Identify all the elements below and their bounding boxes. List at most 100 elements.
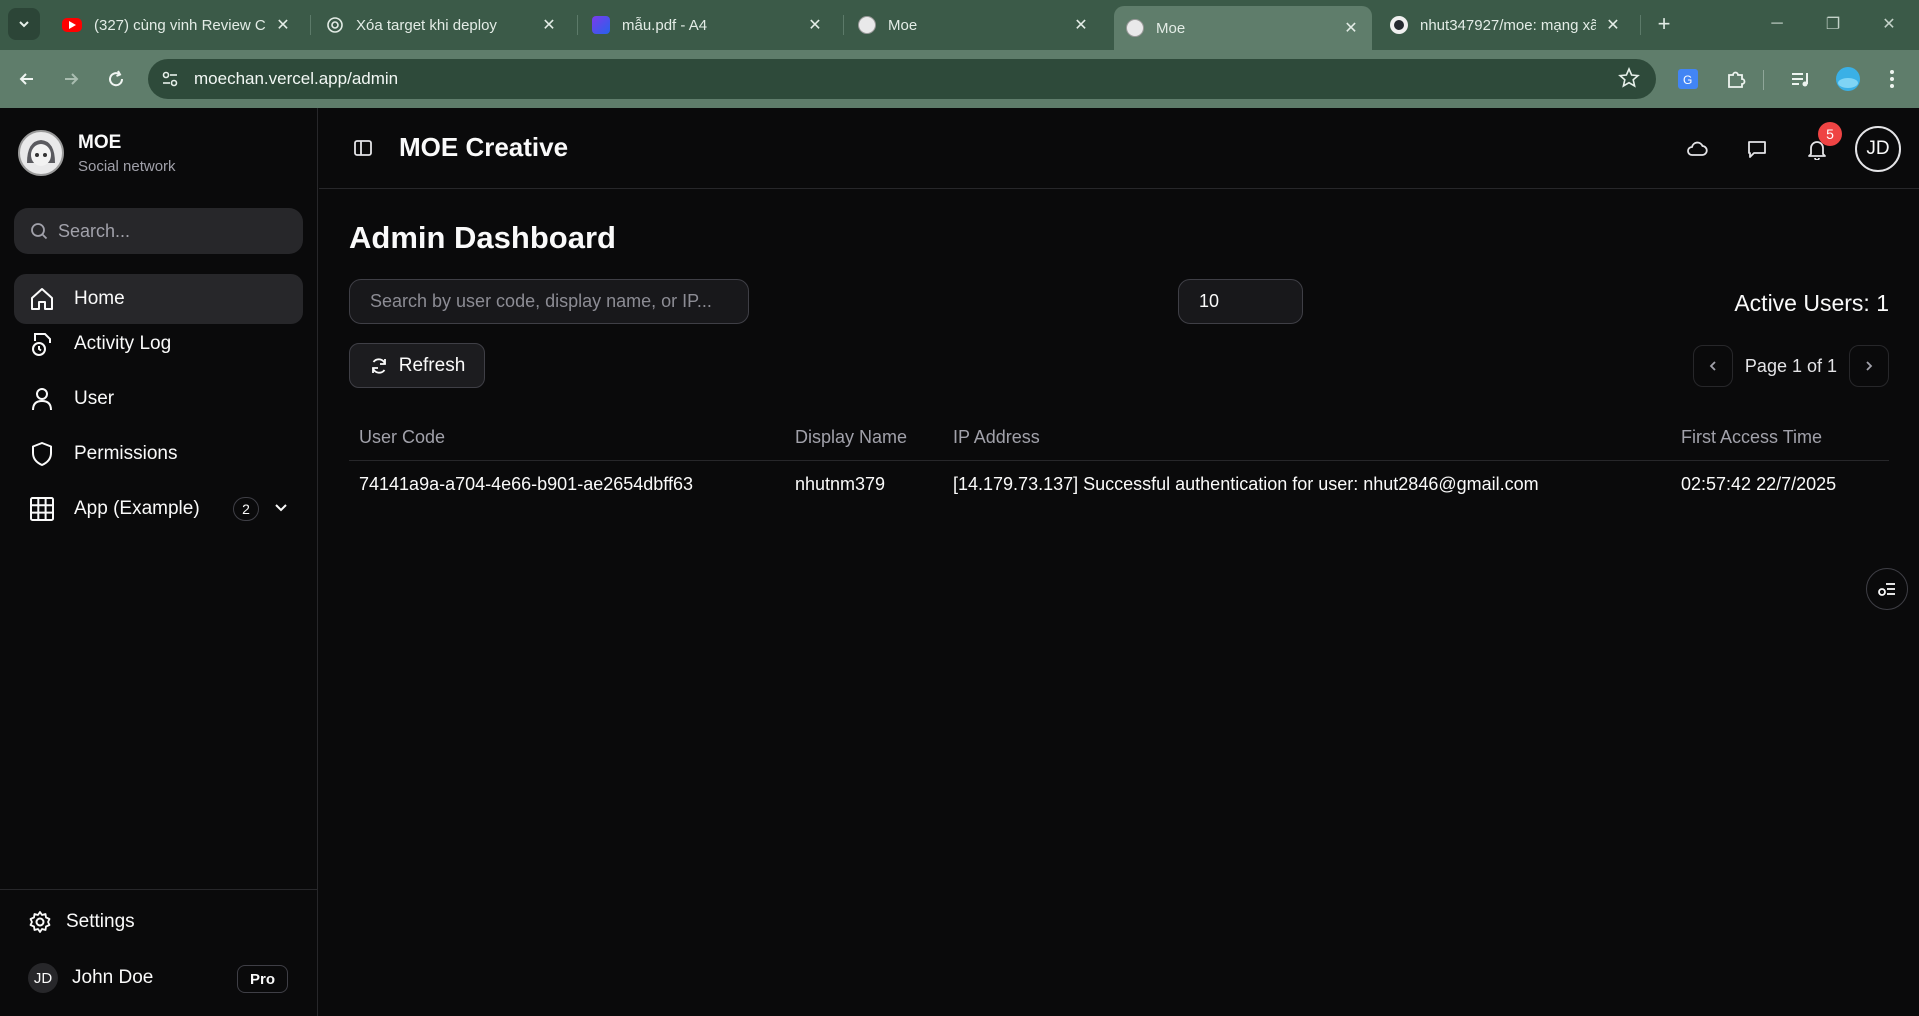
notification-badge: 5 — [1818, 122, 1842, 146]
sidebar-item-home[interactable]: Home — [14, 274, 303, 324]
sidebar-item-activity-log[interactable]: Activity Log — [14, 319, 303, 369]
refresh-label: Refresh — [398, 354, 466, 376]
site-info-icon[interactable] — [156, 65, 184, 93]
close-icon[interactable]: ✕ — [1072, 16, 1090, 34]
star-icon[interactable] — [1618, 66, 1640, 94]
close-icon[interactable]: ✕ — [1604, 16, 1622, 34]
sidebar-user[interactable]: JD John Doe Pro — [28, 963, 288, 993]
url-text: moechan.vercel.app/admin — [194, 69, 399, 88]
extensions-puzzle-icon[interactable] — [1722, 65, 1750, 93]
new-tab-button[interactable]: + — [1650, 10, 1678, 38]
settings-label: Settings — [66, 911, 135, 932]
refresh-icon — [369, 356, 389, 376]
column-header[interactable]: User Code — [359, 427, 445, 448]
sidebar-item-label: Activity Log — [74, 333, 172, 354]
browser-menu-icon[interactable] — [1878, 65, 1906, 93]
brand[interactable]: MOE Social network — [18, 130, 176, 176]
reload-button[interactable] — [101, 64, 131, 94]
browser-tab-github[interactable]: nhut347927/moe: mạng xã ✕ — [1378, 8, 1634, 42]
avatar[interactable]: JD — [1855, 126, 1901, 172]
restore-button[interactable]: ❐ — [1818, 10, 1848, 38]
next-page-button[interactable] — [1849, 345, 1889, 387]
browser-tab-pdf[interactable]: mẫu.pdf - A4 ✕ — [580, 8, 836, 42]
forward-button[interactable] — [56, 64, 86, 94]
toolbar-divider — [1763, 70, 1764, 90]
chevron-right-icon — [1866, 361, 1873, 371]
chatgpt-icon — [326, 16, 344, 34]
close-icon[interactable]: ✕ — [540, 16, 558, 34]
display-name-cell: nhutnm379 — [795, 474, 886, 494]
floating-settings-button[interactable] — [1866, 568, 1908, 610]
close-icon[interactable]: ✕ — [274, 16, 292, 34]
column-header[interactable]: Display Name — [795, 427, 907, 448]
sidebar-item-label: Home — [74, 288, 125, 309]
moe-icon — [1126, 19, 1144, 37]
close-icon[interactable]: ✕ — [1342, 19, 1360, 37]
page-indicator: Page 1 of 1 — [1744, 355, 1837, 376]
users-table: User Code Display Name IP Address First … — [349, 415, 1889, 508]
tab-search-button[interactable] — [8, 8, 40, 40]
browser-tab-youtube[interactable]: (327) cùng vinh Review CV ✕ — [50, 8, 304, 42]
user-name: John Doe — [72, 967, 154, 988]
profile-avatar-icon[interactable] — [1834, 65, 1862, 93]
sidebar-toggle-button[interactable] — [351, 136, 375, 160]
tab-title: nhut347927/moe: mạng xã — [1420, 16, 1596, 34]
tab-separator — [843, 15, 844, 35]
sidebar-item-settings[interactable]: Settings — [28, 910, 135, 934]
tab-title: Xóa target khi deploy — [356, 16, 497, 34]
table-header: User Code Display Name IP Address First … — [349, 415, 1889, 461]
sidebar-toggle-icon — [354, 140, 372, 156]
refresh-button[interactable]: Refresh — [349, 343, 485, 388]
sidebar-search-input[interactable] — [58, 220, 288, 242]
tab-title: Moe — [1156, 19, 1186, 37]
window-close-button[interactable]: ✕ — [1874, 10, 1904, 38]
header-title: MOE Creative — [399, 132, 569, 162]
shield-icon — [28, 440, 56, 468]
search-icon — [31, 223, 48, 240]
home-icon — [28, 285, 56, 313]
user-code-cell: 74141a9a-a704-4e66-b901-ae2654dbff63 — [359, 474, 693, 494]
tab-separator — [1640, 15, 1641, 35]
chevron-down-icon[interactable] — [273, 499, 289, 521]
arrow-left-icon — [19, 73, 33, 85]
media-control-icon[interactable] — [1786, 65, 1814, 93]
minimize-button[interactable]: ─ — [1762, 10, 1792, 38]
column-header[interactable]: IP Address — [953, 427, 1040, 448]
search-input[interactable] — [349, 279, 749, 324]
tab-separator — [310, 15, 311, 35]
sidebar-item-user[interactable]: User — [14, 374, 303, 424]
notifications-button[interactable]: 5 — [1800, 122, 1842, 166]
brand-logo — [18, 130, 64, 176]
address-bar[interactable]: moechan.vercel.app/admin — [148, 59, 1656, 99]
messages-button[interactable] — [1740, 132, 1774, 166]
cloud-button[interactable] — [1680, 132, 1714, 166]
limit-input[interactable] — [1178, 279, 1303, 324]
github-icon — [1390, 16, 1408, 34]
app-header: MOE Creative 5 JD — [319, 108, 1919, 189]
pdf-editor-icon — [592, 16, 610, 34]
grid-icon — [28, 495, 56, 523]
activity-log-icon — [28, 330, 56, 358]
back-button[interactable] — [12, 64, 42, 94]
chevron-left-icon — [1709, 361, 1716, 371]
plan-badge: Pro — [236, 965, 288, 993]
table-row[interactable]: 74141a9a-a704-4e66-b901-ae2654dbff63 nhu… — [349, 461, 1889, 508]
translate-extension-icon[interactable]: G — [1674, 65, 1702, 93]
close-icon[interactable]: ✕ — [806, 16, 824, 34]
previous-page-button[interactable] — [1692, 345, 1733, 387]
count-badge: 2 — [233, 497, 259, 521]
active-users-count: Active Users: 1 — [1734, 290, 1889, 316]
tab-title: (327) cùng vinh Review CV — [94, 16, 266, 34]
filter-list-icon — [1878, 583, 1895, 596]
tab-separator — [577, 15, 578, 35]
browser-tab-chatgpt[interactable]: Xóa target khi deploy ✕ — [314, 8, 570, 42]
user-icon — [28, 385, 56, 413]
page-title: Admin Dashboard — [349, 220, 616, 255]
column-header[interactable]: First Access Time — [1681, 427, 1822, 448]
browser-tab-moe[interactable]: Moe ✕ — [846, 8, 1102, 42]
sidebar-item-permissions[interactable]: Permissions — [14, 429, 303, 479]
reload-icon — [109, 70, 124, 87]
browser-tab-moe-active[interactable]: Moe ✕ — [1114, 6, 1372, 50]
sidebar-item-app-example[interactable]: App (Example) 2 — [14, 484, 303, 534]
sidebar-search — [14, 208, 303, 254]
